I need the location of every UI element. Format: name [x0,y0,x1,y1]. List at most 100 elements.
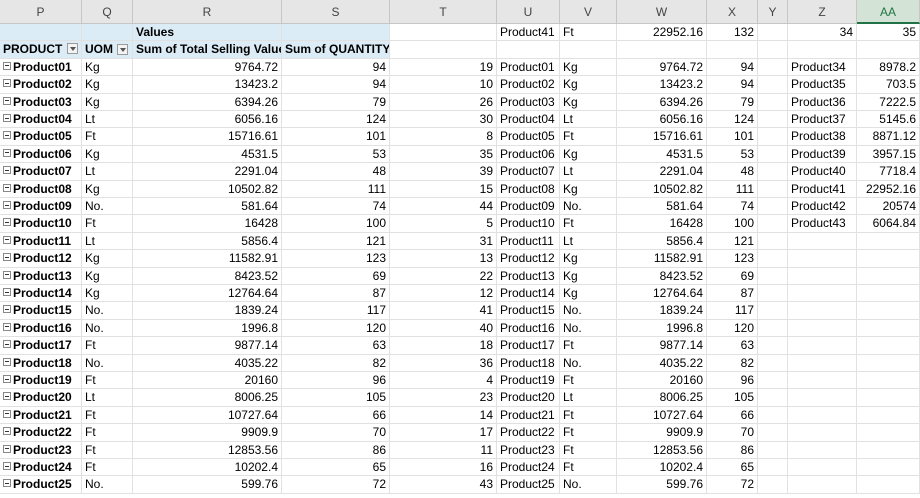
pivot-qty-header[interactable]: Sum of QUANTITY [282,41,390,59]
list-product[interactable]: Product16 [497,319,560,338]
pivot-row-product[interactable]: Product06 [0,145,82,164]
cell[interactable] [758,459,788,477]
collapse-icon[interactable] [3,183,11,192]
pivot-row-uom[interactable]: Kg [82,145,133,164]
pivot-row-qty[interactable]: 69 [282,267,390,285]
list-product[interactable]: Product25 [497,476,560,494]
pivot-row-uom[interactable]: Ft [82,372,133,390]
pivot-row-qty[interactable]: 121 [282,232,390,251]
pivot-row-value[interactable]: 2291.04 [133,163,282,181]
side-value[interactable]: 6064.84 [857,215,920,233]
list-uom[interactable]: No. [560,476,617,494]
list-index[interactable]: 4 [390,372,497,390]
list-index[interactable]: 35 [390,145,497,164]
pivot-row-label-header[interactable]: PRODUCT [0,41,82,59]
cell[interactable] [857,441,920,459]
collapse-icon[interactable] [3,305,11,314]
side-number[interactable]: 35 [857,24,920,42]
list-product[interactable]: Product15 [497,302,560,320]
pivot-row-qty[interactable]: 94 [282,58,390,77]
list-qty[interactable]: 53 [707,145,758,164]
cell[interactable] [758,250,788,268]
cell[interactable] [758,76,788,94]
pivot-row-uom[interactable]: Ft [82,459,133,477]
collapse-icon[interactable] [3,409,11,418]
list-value[interactable]: 2291.04 [617,163,707,181]
side-number[interactable]: 34 [788,24,857,42]
pivot-row-value[interactable]: 5856.4 [133,232,282,251]
collapse-icon[interactable] [3,96,11,105]
pivot-row-value[interactable]: 6056.16 [133,111,282,129]
pivot-row-value[interactable]: 11582.91 [133,250,282,268]
pivot-row-product[interactable]: Product04 [0,111,82,129]
pivot-row-uom[interactable]: Lt [82,389,133,407]
cell[interactable] [707,41,758,59]
cell[interactable] [758,24,788,42]
list-product[interactable]: Product17 [497,337,560,355]
cell[interactable] [390,24,497,42]
list-uom[interactable]: Lt [560,111,617,129]
list-qty[interactable]: 111 [707,180,758,198]
list-product[interactable]: Product19 [497,372,560,390]
cell[interactable] [758,337,788,355]
list-value[interactable]: 4531.5 [617,145,707,164]
cell[interactable] [758,215,788,233]
list-value[interactable]: 13423.2 [617,76,707,94]
cell[interactable] [758,58,788,77]
list-value[interactable]: 581.64 [617,198,707,216]
cell[interactable] [857,319,920,338]
collapse-icon[interactable] [3,148,11,157]
list-value[interactable]: 11582.91 [617,250,707,268]
side-product[interactable]: Product36 [788,93,857,111]
list-uom[interactable]: Ft [560,424,617,442]
column-header-s[interactable]: S [282,0,390,24]
list-index[interactable]: 5 [390,215,497,233]
list-uom[interactable]: Kg [560,250,617,268]
list-index[interactable]: 8 [390,128,497,146]
pivot-row-uom[interactable]: Ft [82,424,133,442]
column-header-u[interactable]: U [497,0,560,24]
cell[interactable] [857,354,920,372]
side-value[interactable]: 20574 [857,198,920,216]
pivot-row-qty[interactable]: 120 [282,319,390,338]
cell[interactable] [758,354,788,372]
cell[interactable] [758,163,788,181]
pivot-row-product[interactable]: Product24 [0,459,82,477]
side-value[interactable]: 7222.5 [857,93,920,111]
cell[interactable] [788,372,857,390]
list-value[interactable]: 16428 [617,215,707,233]
cell[interactable] [758,424,788,442]
collapse-icon[interactable] [3,322,11,331]
list-uom[interactable]: Ft [560,459,617,477]
side-value[interactable]: 7718.4 [857,163,920,181]
cell[interactable] [788,232,857,251]
list-product[interactable]: Product24 [497,459,560,477]
list-qty[interactable]: 65 [707,459,758,477]
column-header-q[interactable]: Q [82,0,133,24]
cell[interactable] [758,232,788,251]
pivot-row-qty[interactable]: 96 [282,372,390,390]
list-index[interactable]: 15 [390,180,497,198]
side-value[interactable]: 8978.2 [857,58,920,77]
column-header-y[interactable]: Y [758,0,788,24]
side-product[interactable]: Product40 [788,163,857,181]
collapse-icon[interactable] [3,392,11,401]
pivot-row-product[interactable]: Product02 [0,76,82,94]
list-product[interactable]: Product22 [497,424,560,442]
pivot-row-uom[interactable]: Lt [82,232,133,251]
pivot-row-product[interactable]: Product03 [0,93,82,111]
list-index[interactable]: 41 [390,302,497,320]
pivot-row-value[interactable]: 9764.72 [133,58,282,77]
cell[interactable] [788,459,857,477]
collapse-icon[interactable] [3,288,11,296]
cell[interactable] [758,111,788,129]
list-uom[interactable]: Ft [560,128,617,146]
list-value[interactable]: 6394.26 [617,93,707,111]
list-product[interactable]: Product10 [497,215,560,233]
cell[interactable] [788,319,857,338]
pivot-row-value[interactable]: 8423.52 [133,267,282,285]
list-value[interactable]: 9764.72 [617,58,707,77]
list-product[interactable]: Product03 [497,93,560,111]
side-product[interactable]: Product35 [788,76,857,94]
filter-dropdown-icon[interactable] [117,43,128,55]
